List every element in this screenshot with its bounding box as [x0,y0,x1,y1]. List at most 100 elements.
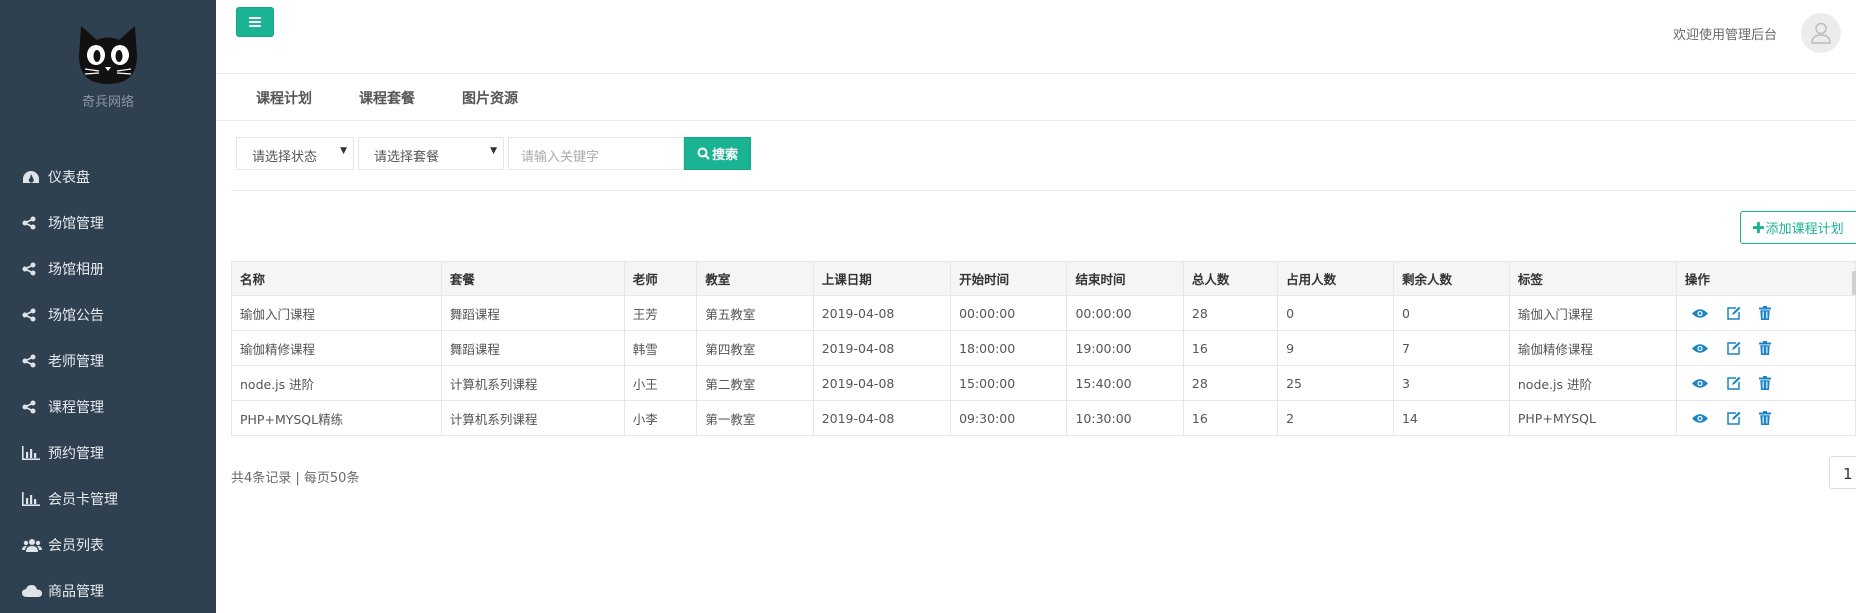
table-header-row: 名称 套餐 老师 教室 上课日期 开始时间 结束时间 总人数 占用人数 剩余人数… [231,261,1856,296]
logo: 奇兵网络 [0,22,216,110]
column-header: 操作 [1675,261,1856,296]
share-icon [22,307,44,323]
table-cell: node.js 进阶 [1508,365,1677,401]
column-header: 老师 [623,261,698,296]
table-cell: 25 [1277,365,1394,401]
table-cell: 第一教室 [696,400,814,436]
table-cell: 15:40:00 [1066,365,1184,401]
edit-icon[interactable] [1726,341,1741,355]
table-cell: PHP+MYSQL精练 [231,400,442,436]
table-cell: 计算机系列课程 [440,400,625,436]
sidebar-item-venue[interactable]: 场馆管理 [0,200,216,246]
table-cell: 00:00:00 [950,295,1068,331]
package-select[interactable]: 请选择套餐 ▼ [358,137,504,170]
cloud-icon [22,583,44,599]
table-cell: 28 [1182,295,1279,331]
table-cell: 2019-04-08 [812,365,952,401]
cat-logo-icon [79,26,137,84]
share-icon [22,261,44,277]
column-header: 结束时间 [1066,261,1184,296]
top-bar: 欢迎使用管理后台 [216,0,1856,74]
avatar[interactable] [1801,13,1841,53]
table-cell: 瑜伽入门课程 [231,295,442,331]
edit-icon[interactable] [1726,376,1741,390]
dashboard-icon [22,169,44,185]
caret-down-icon: ▼ [490,146,497,156]
column-header: 名称 [231,261,442,296]
view-icon[interactable] [1691,308,1708,319]
share-icon [22,215,44,231]
sidebar-item-notice[interactable]: 场馆公告 [0,292,216,338]
sidebar-item-album[interactable]: 场馆相册 [0,246,216,292]
table-cell: 19:00:00 [1066,330,1184,366]
sidebar-item-courses[interactable]: 课程管理 [0,384,216,430]
table-row: node.js 进阶 计算机系列课程 小王 第二教室 2019-04-08 15:00:0… [231,365,1856,401]
menu-toggle-button[interactable] [236,7,274,37]
table-cell: 计算机系列课程 [440,365,625,401]
table-cell: 14 [1392,400,1510,436]
table-cell: 15:00:00 [950,365,1068,401]
search-icon [697,147,710,160]
column-header: 开始时间 [950,261,1068,296]
column-header: 总人数 [1182,261,1279,296]
sidebar-item-member-cards[interactable]: 会员卡管理 [0,476,216,522]
edit-icon[interactable] [1726,306,1741,320]
table-cell: 第四教室 [696,330,814,366]
view-icon[interactable] [1691,343,1708,354]
actions-cell [1675,365,1856,401]
table-cell: 09:30:00 [950,400,1068,436]
actions-cell [1675,330,1856,366]
table-cell: 韩雪 [623,330,698,366]
sidebar-item-members[interactable]: 会员列表 [0,522,216,568]
keyword-input[interactable]: 请输入关键字 [508,137,684,170]
view-icon[interactable] [1691,378,1708,389]
table-cell: 7 [1392,330,1510,366]
add-course-plan-button[interactable]: ✚ 添加课程计划 [1740,211,1856,244]
sidebar-item-teachers[interactable]: 老师管理 [0,338,216,384]
column-header: 教室 [696,261,814,296]
user-icon [1811,22,1831,44]
table-cell: 0 [1392,295,1510,331]
sidebar-item-products[interactable]: 商品管理 [0,568,216,613]
delete-icon[interactable] [1758,341,1771,355]
scroll-handle[interactable] [1852,271,1856,295]
users-icon [22,537,44,553]
tab-course-plan[interactable]: 课程计划 [256,88,312,108]
table-cell: 3 [1392,365,1510,401]
table-row: 瑜伽入门课程 舞蹈课程 王芳 第五教室 2019-04-08 00:00:00 00:00:… [231,295,1856,331]
table-cell: 舞蹈课程 [440,330,625,366]
column-header: 标签 [1508,261,1677,296]
table-cell: 瑜伽精修课程 [1508,330,1677,366]
sidebar-item-bookings[interactable]: 预约管理 [0,430,216,476]
tab-course-package[interactable]: 课程套餐 [359,88,415,108]
table-cell: 瑜伽精修课程 [231,330,442,366]
table-cell: 00:00:00 [1066,295,1184,331]
table-cell: 16 [1182,330,1279,366]
delete-icon[interactable] [1758,376,1771,390]
table-cell: 2019-04-08 [812,400,952,436]
course-plan-table: 名称 套餐 老师 教室 上课日期 开始时间 结束时间 总人数 占用人数 剩余人数… [231,261,1856,436]
edit-icon[interactable] [1726,411,1741,425]
table-cell: 第五教室 [696,295,814,331]
view-icon[interactable] [1691,413,1708,424]
table-cell: 28 [1182,365,1279,401]
page-button[interactable]: 1 [1829,456,1856,489]
search-button[interactable]: 搜索 [684,137,751,170]
status-select[interactable]: 请选择状态 ▼ [236,137,354,170]
delete-icon[interactable] [1758,306,1771,320]
divider [231,190,1856,191]
table-cell: 9 [1277,330,1394,366]
table-cell: 第二教室 [696,365,814,401]
table-cell: 16 [1182,400,1279,436]
share-icon [22,399,44,415]
delete-icon[interactable] [1758,411,1771,425]
sidebar-item-dashboard[interactable]: 仪表盘 [0,154,216,200]
table-cell: 2019-04-08 [812,330,952,366]
tab-image-resources[interactable]: 图片资源 [462,88,518,108]
table-cell: node.js 进阶 [231,365,442,401]
hamburger-icon [249,17,261,27]
plus-icon: ✚ [1752,218,1765,237]
caret-down-icon: ▼ [340,146,347,156]
table-cell: 小王 [623,365,698,401]
table-cell: 2 [1277,400,1394,436]
